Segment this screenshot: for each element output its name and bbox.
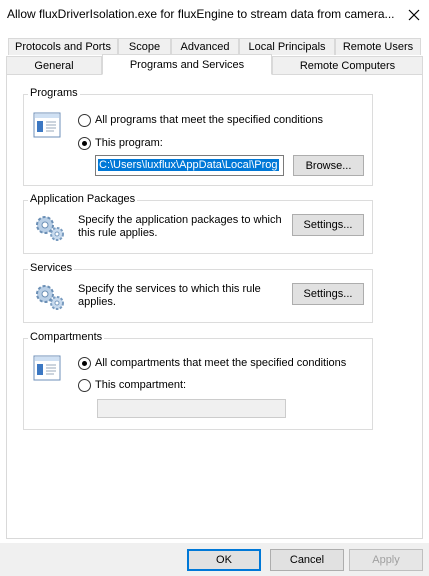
program-path-value: C:\Users\luxflux\AppData\Local\Prog <box>98 159 279 171</box>
browse-button[interactable]: Browse... <box>293 155 364 176</box>
title-bar: Allow fluxDriverIsolation.exe for fluxEn… <box>0 0 429 30</box>
programs-group-label: Programs <box>28 87 80 99</box>
tab-protocols-and-ports[interactable]: Protocols and Ports <box>8 38 118 55</box>
all-programs-radio[interactable] <box>78 114 91 127</box>
all-compartments-label: All compartments that meet the specified… <box>95 357 347 369</box>
services-description: Specify the services to which this rule … <box>78 283 261 308</box>
tab-remote-computers[interactable]: Remote Computers <box>272 56 423 74</box>
this-compartment-label: This compartment: <box>95 379 187 391</box>
this-compartment-radio[interactable] <box>78 379 91 392</box>
compartment-field[interactable] <box>97 399 286 418</box>
tab-programs-and-services[interactable]: Programs and Services <box>102 54 272 75</box>
close-icon <box>408 9 420 21</box>
tab-scope[interactable]: Scope <box>118 38 171 55</box>
tab-remote-users[interactable]: Remote Users <box>335 38 421 55</box>
app-packages-description: Specify the application packages to whic… <box>78 214 282 239</box>
services-settings-button[interactable]: Settings... <box>292 283 364 305</box>
app-packages-settings-button[interactable]: Settings... <box>292 214 364 236</box>
close-button[interactable] <box>404 5 424 25</box>
all-compartments-radio[interactable] <box>78 357 91 370</box>
tab-general[interactable]: General <box>6 56 102 74</box>
app-packages-group-label: Application Packages <box>28 193 138 205</box>
compartment-window-icon <box>33 355 61 381</box>
tab-advanced[interactable]: Advanced <box>171 38 239 55</box>
ok-button[interactable]: OK <box>187 549 261 571</box>
this-program-label: This program: <box>95 137 163 149</box>
services-gears-icon <box>36 285 64 310</box>
gears-icon <box>36 216 64 241</box>
tab-local-principals[interactable]: Local Principals <box>239 38 335 55</box>
services-group-label: Services <box>28 262 75 274</box>
window-title: Allow fluxDriverIsolation.exe for fluxEn… <box>7 7 395 21</box>
program-path-field[interactable]: C:\Users\luxflux\AppData\Local\Prog <box>95 155 284 176</box>
apply-button[interactable]: Apply <box>349 549 423 571</box>
this-program-radio[interactable] <box>78 137 91 150</box>
cancel-button[interactable]: Cancel <box>270 549 344 571</box>
program-window-icon <box>33 112 61 138</box>
compartments-group-label: Compartments <box>28 331 105 343</box>
all-programs-label: All programs that meet the specified con… <box>95 114 324 126</box>
